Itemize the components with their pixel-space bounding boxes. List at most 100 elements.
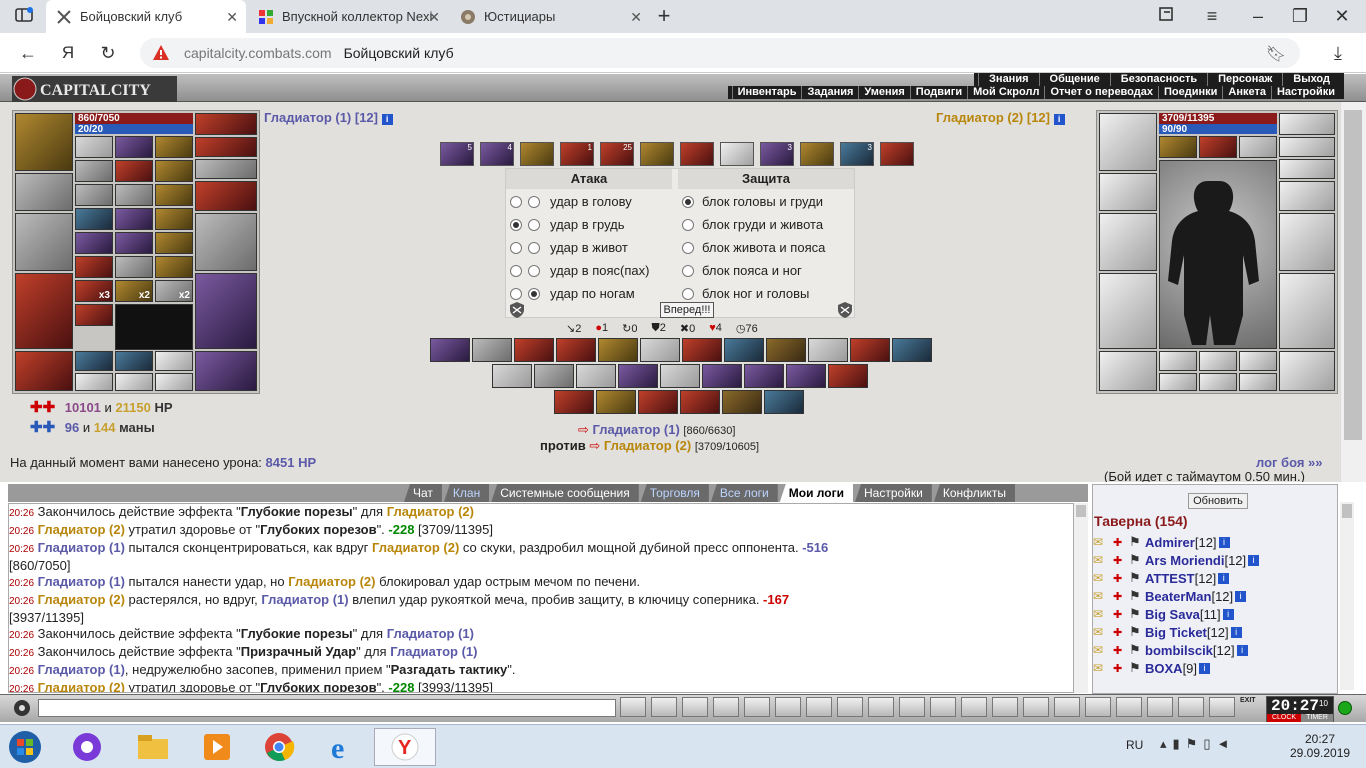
skill-icon[interactable] (534, 364, 574, 388)
empty-slot[interactable] (115, 373, 153, 391)
chat-tab[interactable]: Конфликты (933, 484, 1015, 502)
log-fighter-link[interactable]: Гладиатор (1) (261, 592, 348, 607)
yandex-icon[interactable]: Я (56, 41, 80, 65)
log-fighter-link[interactable]: Гладиатор (2) (38, 680, 125, 692)
effect-icon[interactable]: 4 (480, 142, 514, 166)
scroll8-slot[interactable] (115, 232, 153, 254)
skill-icon[interactable] (472, 338, 512, 362)
potion-icon[interactable] (961, 697, 987, 717)
paw-icon[interactable] (1147, 697, 1173, 717)
ring1-slot[interactable] (75, 160, 113, 182)
defense-radio[interactable] (682, 241, 694, 254)
user-name[interactable]: Big Ticket (1145, 625, 1207, 640)
submenu-my-scroll[interactable]: Мой Скролл (967, 86, 1044, 99)
tray-icons[interactable]: ▴▮⚑▯◄ (1160, 736, 1235, 752)
close-tab-icon[interactable]: ✕ (630, 9, 642, 26)
attack-radio-left[interactable] (510, 218, 522, 231)
log-fighter-link[interactable]: Гладиатор (1) (38, 662, 125, 677)
right-fighter-name[interactable]: Гладиатор (2) [12] i (936, 110, 1065, 125)
pick-icon[interactable] (899, 697, 925, 717)
log-time[interactable]: 20:26 (9, 544, 34, 555)
log-fighter-link[interactable]: Гладиатор (1) (390, 644, 477, 659)
log-time[interactable]: 20:26 (9, 596, 34, 607)
log-fighter-link[interactable]: Гладиатор (2) (38, 592, 125, 607)
tavern-user[interactable]: ✉ ✚ ⚑ BeaterMan [12] i (1093, 587, 1333, 605)
effect-icon[interactable]: 3 (840, 142, 874, 166)
new-tab-button[interactable]: + (652, 4, 676, 28)
attack-radio-left[interactable] (510, 264, 522, 277)
armor-slot[interactable] (1099, 273, 1157, 349)
skill-icon[interactable] (808, 338, 848, 362)
hammer-icon[interactable] (682, 697, 708, 717)
effect-icon[interactable] (880, 142, 914, 166)
menu-icon[interactable]: ≡ (1200, 4, 1224, 28)
submenu-quests[interactable]: Задания (801, 86, 858, 99)
exit-button[interactable]: EXIT (1240, 697, 1258, 717)
language-indicator[interactable]: RU (1126, 738, 1143, 752)
lock-icon[interactable] (1116, 697, 1142, 717)
tavern-user[interactable]: ✉ ✚ ⚑ Admirer [12] i (1093, 533, 1333, 551)
skill-icon[interactable] (596, 390, 636, 414)
scroll6-slot[interactable] (155, 208, 193, 230)
gloves-slot[interactable] (1279, 181, 1335, 211)
log-time[interactable]: 20:26 (9, 526, 34, 537)
private-message-icon[interactable]: ✉ (1093, 589, 1113, 603)
skill-icon[interactable] (556, 338, 596, 362)
arrows-slot[interactable] (75, 136, 113, 158)
private-message-icon[interactable]: ✉ (1093, 571, 1113, 585)
user-name[interactable]: bombilscik (1145, 643, 1213, 658)
menu-personazh[interactable]: Персонаж (1207, 73, 1282, 86)
attack-radio-right[interactable] (528, 264, 540, 277)
user-name[interactable]: BeaterMan (1145, 589, 1211, 604)
effect-icon[interactable] (720, 142, 754, 166)
explorer-icon[interactable] (130, 728, 176, 766)
empty-slot[interactable] (155, 373, 193, 391)
defense-radio[interactable] (682, 195, 694, 208)
skill-icon[interactable] (660, 364, 700, 388)
private-message-icon[interactable]: ✉ (1093, 535, 1113, 549)
bracers-slot[interactable] (1099, 173, 1157, 211)
boots-slot[interactable] (1279, 351, 1335, 391)
weapon-slot[interactable] (15, 213, 73, 271)
smile-icon[interactable] (837, 697, 863, 717)
send-icon[interactable] (620, 697, 646, 717)
effect-icon[interactable]: 3 (760, 142, 794, 166)
empty-slot[interactable] (1199, 373, 1237, 391)
info-icon[interactable]: i (1230, 626, 1242, 638)
effect-slot[interactable] (1239, 136, 1277, 158)
user-name[interactable]: BOXA (1145, 661, 1183, 676)
private-message-icon[interactable]: ✉ (1093, 553, 1113, 567)
start-button[interactable] (2, 728, 48, 766)
submenu-settings[interactable]: Настройки (1270, 86, 1340, 99)
menu-bezopasnost[interactable]: Безопасность (1109, 73, 1207, 86)
rune-slot[interactable] (155, 136, 193, 158)
legs-slot[interactable] (195, 273, 257, 349)
skill-icon[interactable] (680, 390, 720, 414)
skill-icon[interactable] (640, 338, 680, 362)
chat-tab[interactable]: Клан (443, 484, 490, 502)
chrome-icon[interactable] (256, 728, 302, 766)
belt-slot[interactable] (15, 351, 73, 391)
sidebar-toggle-icon[interactable] (12, 4, 36, 28)
yandex-browser-icon[interactable]: Y (374, 728, 436, 766)
chat-tab[interactable]: Настройки (854, 484, 932, 502)
ring3-slot[interactable] (155, 160, 193, 182)
skill-icon[interactable] (682, 338, 722, 362)
ie-icon[interactable]: e (318, 728, 364, 766)
attack-radio-right[interactable] (528, 218, 540, 231)
run-icon[interactable] (744, 697, 770, 717)
fighter1-link[interactable]: Гладиатор (1) (593, 422, 680, 437)
scroll9-slot[interactable] (155, 232, 193, 254)
log-time[interactable]: 20:26 (9, 666, 34, 677)
tavern-user[interactable]: ✉ ✚ ⚑ ATTEST [12] i (1093, 569, 1333, 587)
attack-option[interactable]: удар по ногам (510, 282, 635, 305)
url-field[interactable]: capitalcity.combats.com Бойцовский клуб … (140, 38, 1300, 68)
exit-icon[interactable] (1209, 697, 1235, 717)
defense-option[interactable]: блок головы и груди (682, 190, 823, 213)
skill-icon[interactable] (618, 364, 658, 388)
restore-icon[interactable]: ❐ (1288, 4, 1312, 28)
chat-tab[interactable]: Системные сообщения (491, 484, 639, 502)
earring-slot[interactable] (1279, 113, 1335, 135)
log-link[interactable]: лог боя »» (1256, 455, 1323, 470)
attack-option[interactable]: удар в голову (510, 190, 632, 213)
